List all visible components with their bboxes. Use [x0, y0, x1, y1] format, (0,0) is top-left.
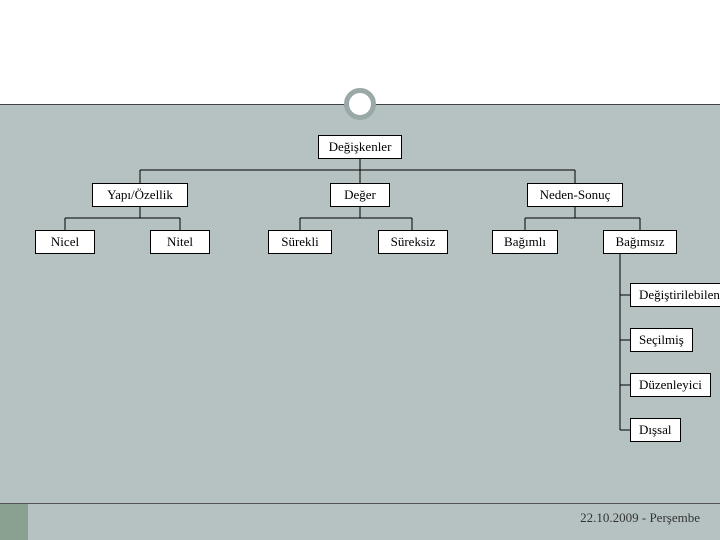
node-label: Nicel: [51, 234, 79, 250]
node-label: Seçilmiş: [639, 332, 684, 348]
node-continuous: Sürekli: [268, 230, 332, 254]
node-moderator: Düzenleyici: [630, 373, 711, 397]
node-label: Sürekli: [281, 234, 319, 250]
node-label: Dışsal: [639, 422, 672, 438]
node-quantitative: Nicel: [35, 230, 95, 254]
node-dependent: Bağımlı: [492, 230, 558, 254]
node-label: Değiştirilebilen: [639, 287, 720, 303]
footer-rule: [0, 503, 720, 504]
node-external: Dışsal: [630, 418, 681, 442]
footer-accent: [0, 504, 28, 540]
decorative-circle: [344, 88, 376, 120]
footer-date: 22.10.2009 - Perşembe: [580, 510, 700, 526]
node-label: Bağımsız: [615, 234, 664, 250]
node-changeable: Değiştirilebilen: [630, 283, 720, 307]
node-label: Nitel: [167, 234, 193, 250]
node-independent: Bağımsız: [603, 230, 677, 254]
node-cause: Neden-Sonuç: [527, 183, 623, 207]
node-root: Değişkenler: [318, 135, 402, 159]
node-label: Değişkenler: [329, 139, 392, 155]
node-label: Bağımlı: [504, 234, 546, 250]
node-label: Neden-Sonuç: [540, 187, 611, 203]
node-qualitative: Nitel: [150, 230, 210, 254]
diagram-area: [0, 105, 720, 540]
footer-date-text: 22.10.2009 - Perşembe: [580, 510, 700, 525]
node-value: Değer: [330, 183, 390, 207]
node-label: Değer: [344, 187, 376, 203]
node-structure: Yapı/Özellik: [92, 183, 188, 207]
node-label: Yapı/Özellik: [107, 187, 173, 203]
node-label: Süreksiz: [391, 234, 436, 250]
node-label: Düzenleyici: [639, 377, 702, 393]
node-discrete: Süreksiz: [378, 230, 448, 254]
node-selected: Seçilmiş: [630, 328, 693, 352]
